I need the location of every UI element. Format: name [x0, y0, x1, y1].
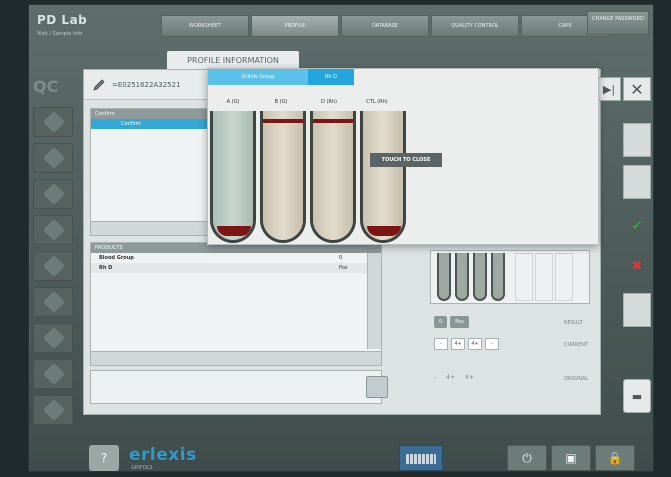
- accept-check-icon[interactable]: ✔: [623, 209, 651, 243]
- save-button[interactable]: ▬: [623, 379, 651, 413]
- pellet: [217, 226, 251, 236]
- rail-button-6[interactable]: [33, 287, 73, 317]
- tube-label: B (O): [274, 99, 288, 105]
- nav-profile[interactable]: PROFILE: [251, 15, 339, 37]
- products-vertical-scrollbar[interactable]: [367, 253, 381, 349]
- top-nav: WORKSHEET PROFILE DATABASE QUALITY CONTR…: [161, 15, 609, 37]
- grade-button[interactable]: 4+: [451, 338, 465, 350]
- rail-button-3[interactable]: [33, 179, 73, 209]
- modal-tab-rhd[interactable]: Rh D: [308, 69, 354, 85]
- app-logo: PD Lab: [37, 13, 88, 27]
- tube-labels: A (O) B (O) D (Rh) CTL (Rh): [210, 99, 400, 105]
- original-label: ORIGINAL: [564, 376, 589, 382]
- modal-tabs: Grifols Group Rh D: [208, 69, 354, 85]
- footer: ? erlexis GRIFOLS ⏻ ▣ 🔒: [29, 441, 653, 471]
- original-grade: 4+: [465, 374, 474, 381]
- brand-logo: erlexis: [129, 445, 197, 465]
- close-button[interactable]: ✕: [623, 77, 651, 101]
- user-info: Visit / Sample info: [37, 31, 83, 37]
- rail-button-1[interactable]: [33, 107, 73, 137]
- comment-button[interactable]: [366, 376, 388, 398]
- rail-button-5[interactable]: [33, 251, 73, 281]
- qc-label: QC: [33, 77, 59, 96]
- tube-label: CTL (Rh): [366, 99, 388, 105]
- last-record-button[interactable]: ▶|: [597, 77, 621, 101]
- grade-button[interactable]: 4+: [468, 338, 482, 350]
- product-value: 0: [339, 255, 343, 261]
- grade-button[interactable]: -: [485, 338, 499, 350]
- rail-button-7[interactable]: [33, 323, 73, 353]
- touch-to-close-button[interactable]: TOUCH TO CLOSE: [370, 153, 442, 167]
- tube-images: [210, 111, 406, 245]
- mini-tube: [473, 253, 487, 301]
- agglutination-band: [263, 119, 303, 123]
- help-button[interactable]: ?: [89, 445, 119, 471]
- nav-quality-control[interactable]: QUALITY CONTROL: [431, 15, 519, 37]
- power-button[interactable]: ⏻: [507, 445, 547, 471]
- mini-tube: [437, 253, 451, 301]
- grid-column: [535, 253, 553, 301]
- products-horizontal-scrollbar[interactable]: [91, 351, 381, 365]
- original-grade: 4+: [446, 374, 456, 381]
- grade-button[interactable]: -: [434, 338, 448, 350]
- modal-tab-group[interactable]: Grifols Group: [208, 69, 308, 85]
- products-table: PRODUCTS Blood Group 0 Rh D Pos: [90, 242, 382, 366]
- left-rail: QC: [29, 73, 81, 435]
- record-button[interactable]: ▣: [551, 445, 591, 471]
- change-password-button[interactable]: CHANGE PASSWORD: [587, 11, 649, 35]
- current-label: CURRENT: [564, 342, 589, 348]
- result-values: 0 Pos: [434, 316, 469, 328]
- original-grade: -: [434, 374, 437, 381]
- product-value: Pos: [339, 265, 348, 271]
- table-row[interactable]: Rh D Pos: [91, 263, 381, 273]
- tube-a: [210, 111, 256, 243]
- tab-profile-information[interactable]: PROFILE INFORMATION: [167, 51, 299, 69]
- rail-button-4[interactable]: [33, 215, 73, 245]
- nav-worksheet[interactable]: WORKSHEET: [161, 15, 249, 37]
- table-row[interactable]: Blood Group 0: [91, 253, 381, 263]
- result-label: RESULT: [564, 320, 583, 326]
- brand-sub: GRIFOLS: [131, 465, 153, 471]
- tube-label: D (Rh): [321, 99, 337, 105]
- comment-box[interactable]: [90, 370, 382, 404]
- agglutination-band: [313, 119, 353, 123]
- keyboard-icon[interactable]: [399, 445, 443, 471]
- tool-button-5[interactable]: [623, 293, 651, 327]
- product-name: Rh D: [99, 265, 113, 271]
- pellet: [367, 226, 401, 236]
- lock-button[interactable]: 🔒: [595, 445, 635, 471]
- grid-column: [515, 253, 533, 301]
- mini-tube: [455, 253, 469, 301]
- tool-button-2[interactable]: [623, 165, 651, 199]
- tube-image-modal[interactable]: Grifols Group Rh D A (O) B (O) D (Rh) CT…: [207, 68, 599, 245]
- product-name: Blood Group: [99, 255, 134, 261]
- rail-button-8[interactable]: [33, 359, 73, 389]
- grade-row: - 4+ 4+ -: [434, 338, 499, 350]
- tube-b: [260, 111, 306, 243]
- result-pill: 0: [434, 316, 448, 328]
- grid-column: [555, 253, 573, 301]
- tool-button-1[interactable]: [623, 123, 651, 157]
- pencil-icon[interactable]: [92, 78, 106, 92]
- mini-tube: [491, 253, 505, 301]
- tube-preview[interactable]: [430, 250, 590, 304]
- result-pill: Pos: [450, 316, 469, 328]
- tube-ctl: [360, 111, 406, 243]
- tube-label: A (O): [226, 99, 240, 105]
- nav-database[interactable]: DATABASE: [341, 15, 429, 37]
- sample-id: =E0251622A32521: [112, 81, 181, 89]
- rail-button-9[interactable]: [33, 395, 73, 425]
- reject-cross-icon[interactable]: ✖: [623, 249, 651, 283]
- original-grade-row: - 4+ 4+: [434, 374, 474, 381]
- rail-button-2[interactable]: [33, 143, 73, 173]
- tube-d: [310, 111, 356, 243]
